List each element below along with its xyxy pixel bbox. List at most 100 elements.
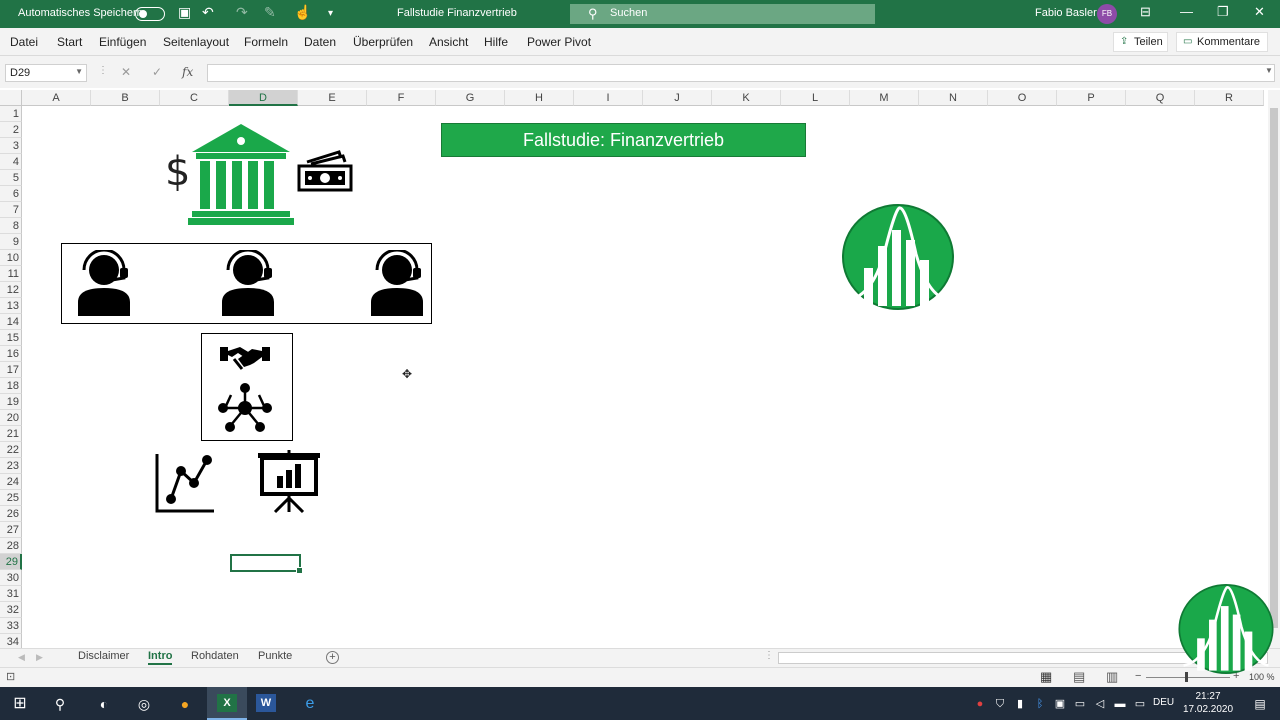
row-header[interactable]: 5 <box>0 170 22 186</box>
row-header[interactable]: 2 <box>0 122 22 138</box>
row-header[interactable]: 20 <box>0 410 22 426</box>
edge-icon[interactable]: e <box>300 694 320 714</box>
autosave-toggle[interactable] <box>135 7 165 21</box>
row-header[interactable]: 26 <box>0 506 22 522</box>
tab-einfuegen[interactable]: Einfügen <box>99 35 146 49</box>
row-header[interactable]: 10 <box>0 250 22 266</box>
row-header[interactable]: 19 <box>0 394 22 410</box>
close-icon[interactable]: ✕ <box>1254 4 1265 20</box>
user-name[interactable]: Fabio Basler <box>1035 7 1097 19</box>
column-header[interactable]: Q <box>1126 90 1195 106</box>
row-header[interactable]: 4 <box>0 154 22 170</box>
chevron-down-icon[interactable]: ▼ <box>75 67 83 76</box>
share-button[interactable]: ⇪ Teilen <box>1113 32 1168 52</box>
row-header[interactable]: 24 <box>0 474 22 490</box>
column-header[interactable]: N <box>919 90 988 106</box>
next-sheet-icon[interactable]: ▶ <box>36 652 43 663</box>
vertical-scrollbar[interactable] <box>1268 90 1280 648</box>
dollar-icon[interactable]: $ <box>165 148 190 196</box>
sheet-tab-disclaimer[interactable]: Disclaimer <box>78 650 129 662</box>
restore-icon[interactable]: ❐ <box>1217 4 1229 20</box>
app-icon[interactable]: ◐ <box>94 694 114 714</box>
row-header[interactable]: 16 <box>0 346 22 362</box>
column-header[interactable]: B <box>91 90 160 106</box>
tab-formeln[interactable]: Formeln <box>244 35 288 49</box>
page-layout-view-icon[interactable]: ▤ <box>1073 669 1085 685</box>
bluetooth-icon[interactable]: ᛒ <box>1030 694 1050 714</box>
presentation-icon[interactable] <box>257 450 321 514</box>
row-header[interactable]: 15 <box>0 330 22 346</box>
column-header[interactable]: H <box>505 90 574 106</box>
search-icon[interactable]: ⚲ <box>50 694 70 714</box>
row-header[interactable]: 18 <box>0 378 22 394</box>
column-header[interactable]: I <box>574 90 643 106</box>
volume-icon[interactable]: ◁ <box>1090 694 1110 714</box>
call-agent-icon[interactable] <box>218 250 280 316</box>
row-header[interactable]: 13 <box>0 298 22 314</box>
normal-view-icon[interactable]: ▦ <box>1040 669 1052 685</box>
column-header[interactable]: F <box>367 90 436 106</box>
column-header[interactable]: O <box>988 90 1057 106</box>
row-header[interactable]: 34 <box>0 634 22 648</box>
row-header[interactable]: 22 <box>0 442 22 458</box>
tab-ansicht[interactable]: Ansicht <box>429 35 468 49</box>
row-header[interactable]: 23 <box>0 458 22 474</box>
search-box[interactable]: ⚲ Suchen <box>570 4 875 24</box>
tab-daten[interactable]: Daten <box>304 35 336 49</box>
excel-icon[interactable]: X <box>217 694 237 712</box>
tab-datei[interactable]: Datei <box>10 35 38 49</box>
brand-logo[interactable] <box>842 204 954 310</box>
avatar[interactable]: FB <box>1097 4 1117 24</box>
title-banner[interactable]: Fallstudie: Finanzvertrieb <box>441 123 806 157</box>
row-header[interactable]: 30 <box>0 570 22 586</box>
sheet-tab-intro[interactable]: Intro <box>148 650 173 665</box>
row-header[interactable]: 25 <box>0 490 22 506</box>
column-header[interactable]: L <box>781 90 850 106</box>
active-cell[interactable] <box>230 554 303 574</box>
tab-seitenlayout[interactable]: Seitenlayout <box>163 35 229 49</box>
column-header[interactable]: D <box>229 90 298 106</box>
browser-icon[interactable]: ◎ <box>134 694 154 714</box>
app-icon[interactable]: ● <box>175 694 195 714</box>
scrollbar-thumb[interactable] <box>1270 108 1278 628</box>
system-clock[interactable]: 21:27 17.02.2020 <box>1183 690 1233 716</box>
column-header[interactable]: G <box>436 90 505 106</box>
call-agent-icon[interactable] <box>367 250 429 316</box>
select-all-corner[interactable] <box>0 90 22 106</box>
tray-icon[interactable]: ● <box>970 694 990 714</box>
row-header[interactable]: 27 <box>0 522 22 538</box>
insert-function-button[interactable]: fx <box>182 65 193 79</box>
row-header[interactable]: 28 <box>0 538 22 554</box>
battery-icon[interactable]: ▭ <box>1130 694 1150 714</box>
tab-start[interactable]: Start <box>57 35 82 49</box>
column-header[interactable]: A <box>22 90 91 106</box>
row-header[interactable]: 6 <box>0 186 22 202</box>
row-header[interactable]: 9 <box>0 234 22 250</box>
row-header[interactable]: 8 <box>0 218 22 234</box>
tab-ueberpruefen[interactable]: Überprüfen <box>353 35 413 49</box>
network-icon[interactable] <box>217 381 273 435</box>
tray-icon[interactable]: ▣ <box>1050 694 1070 714</box>
zoom-slider[interactable] <box>1146 677 1230 678</box>
row-header[interactable]: 17 <box>0 362 22 378</box>
touch-mode-icon[interactable]: ☝ <box>294 4 311 21</box>
format-painter-icon[interactable]: ✎ <box>264 4 276 21</box>
bank-icon[interactable] <box>186 122 296 226</box>
row-header[interactable]: 29 <box>0 554 22 570</box>
row-header[interactable]: 7 <box>0 202 22 218</box>
word-icon[interactable]: W <box>256 694 276 712</box>
network-icon[interactable]: ▭ <box>1070 694 1090 714</box>
minimize-icon[interactable]: — <box>1180 4 1193 19</box>
enter-icon[interactable]: ✓ <box>152 65 162 79</box>
shield-icon[interactable]: ⛉ <box>990 694 1010 714</box>
row-header[interactable]: 33 <box>0 618 22 634</box>
column-header[interactable]: E <box>298 90 367 106</box>
expand-formula-icon[interactable]: ▼ <box>1265 66 1273 75</box>
comments-button[interactable]: ▭ Kommentare <box>1176 32 1268 52</box>
row-header[interactable]: 31 <box>0 586 22 602</box>
formula-input[interactable] <box>207 64 1275 82</box>
page-break-view-icon[interactable]: ▥ <box>1106 669 1118 685</box>
ribbon-display-icon[interactable]: ⊟ <box>1140 4 1151 20</box>
customize-toolbar-icon[interactable]: ▾ <box>328 8 333 19</box>
language-indicator[interactable]: DEU <box>1153 697 1174 708</box>
